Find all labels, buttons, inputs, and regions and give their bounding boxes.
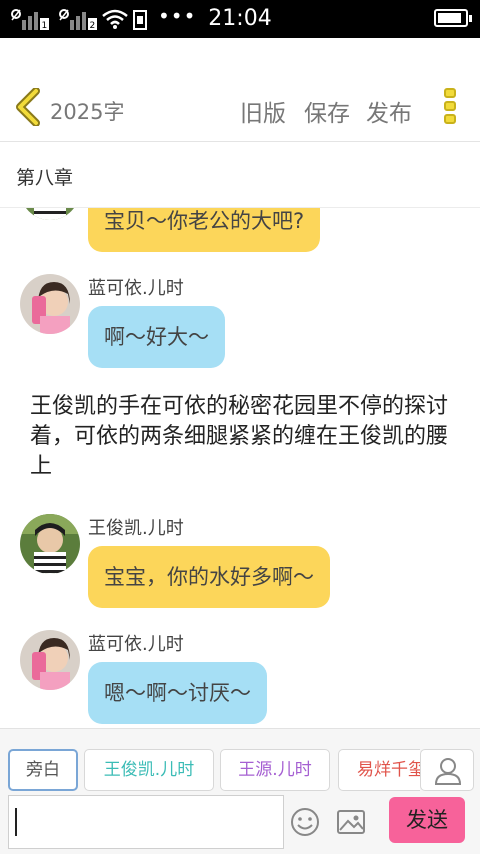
more-menu-icon[interactable] [442, 88, 458, 130]
text-caret [15, 808, 17, 836]
role-tab-wang-yuan[interactable]: 王源.儿时 [220, 749, 330, 791]
publish-button[interactable]: 发布 [366, 94, 412, 128]
speaker-name: 蓝可依.儿时 [88, 278, 184, 299]
editor-toolbar: 2025字 旧版 保存 发布 [0, 38, 480, 142]
message-bubble[interactable]: 宝宝，你的水好多啊～ [88, 546, 330, 608]
message-bubble[interactable]: 嗯～啊～讨厌～ [88, 662, 267, 724]
send-button[interactable]: 发送 [389, 797, 465, 843]
battery-fill [438, 13, 461, 23]
message-bubble[interactable]: 宝贝～你老公的大吧? [88, 208, 321, 252]
manage-roles-button[interactable] [420, 749, 474, 791]
role-tab-narration[interactable]: 旁白 [8, 749, 78, 791]
emoji-icon[interactable] [290, 807, 320, 837]
avatar-lan-keyi [20, 274, 80, 334]
composer: 旁白 王俊凯.儿时 王源.儿时 易烊千玺 发送 [0, 728, 480, 854]
message-input[interactable] [8, 795, 284, 849]
avatar-wang-junkai [20, 514, 80, 574]
chapter-header[interactable]: 第八章 [0, 142, 480, 208]
clock: 21:04 [208, 6, 272, 31]
chapter-title: 第八章 [16, 167, 74, 189]
chat-area[interactable]: 宝贝～你老公的大吧? 蓝可依.儿时 啊～好大～ 王俊凯的手在可依的秘密花园里不停… [0, 208, 480, 728]
speaker-name: 王俊凯.儿时 [88, 518, 184, 539]
avatar-wang-junkai [20, 208, 80, 220]
narration-text[interactable]: 王俊凯的手在可依的秘密花园里不停的探讨着，可依的两条细腿紧紧的缠在王俊凯的腰上 [30, 392, 450, 482]
old-version-button[interactable]: 旧版 [240, 94, 286, 128]
role-tab-wang-junkai[interactable]: 王俊凯.儿时 [84, 749, 214, 791]
role-selector[interactable]: 旁白 王俊凯.儿时 王源.儿时 易烊千玺 [0, 749, 420, 791]
word-count: 2025字 [50, 100, 125, 124]
role-tab-yi-yangqianxi[interactable]: 易烊千玺 [338, 749, 420, 791]
battery-icon [434, 9, 472, 27]
avatar-lan-keyi [20, 630, 80, 690]
message-bubble[interactable]: 啊～好大～ [88, 306, 225, 368]
status-bar: 1 2 ••• 21:04 [0, 0, 480, 38]
image-icon[interactable] [336, 807, 366, 837]
back-chevron-icon[interactable] [14, 88, 44, 126]
save-button[interactable]: 保存 [304, 94, 350, 128]
person-icon [434, 758, 462, 785]
speaker-name: 蓝可依.儿时 [88, 634, 184, 655]
